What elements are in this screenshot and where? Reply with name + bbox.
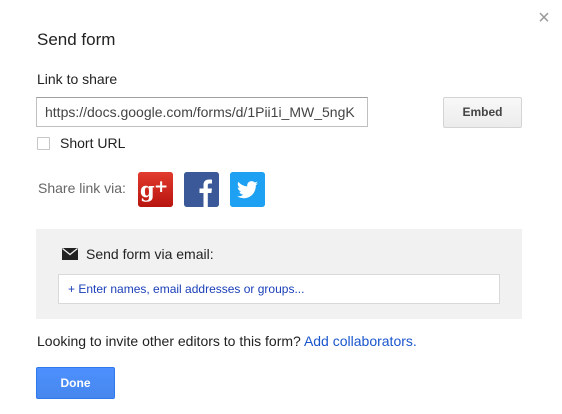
svg-text:+: + <box>154 177 168 197</box>
svg-text:g: g <box>140 177 155 202</box>
short-url-label[interactable]: Short URL <box>60 135 125 151</box>
envelope-icon <box>62 248 78 260</box>
add-collaborators-link[interactable]: Add collaborators. <box>304 333 417 349</box>
facebook-icon[interactable] <box>184 172 219 207</box>
dialog-title: Send form <box>37 30 116 49</box>
done-button[interactable]: Done <box>36 367 115 399</box>
email-recipients-input[interactable] <box>58 274 500 304</box>
close-icon[interactable]: × <box>534 8 554 28</box>
share-link-field[interactable] <box>36 97 368 127</box>
google-plus-icon[interactable]: g + <box>138 172 173 207</box>
twitter-icon[interactable] <box>230 172 265 207</box>
invite-editors-text: Looking to invite other editors to this … <box>37 333 417 349</box>
send-via-email-label: Send form via email: <box>86 246 214 262</box>
link-to-share-label: Link to share <box>37 71 118 87</box>
share-link-via-label: Share link via: <box>38 180 126 196</box>
google-plus-glyph: g + <box>138 172 173 207</box>
invite-question: Looking to invite other editors to this … <box>37 333 301 349</box>
facebook-glyph <box>184 172 219 207</box>
twitter-glyph <box>230 172 265 207</box>
embed-button[interactable]: Embed <box>443 97 522 128</box>
short-url-checkbox[interactable] <box>37 137 50 150</box>
